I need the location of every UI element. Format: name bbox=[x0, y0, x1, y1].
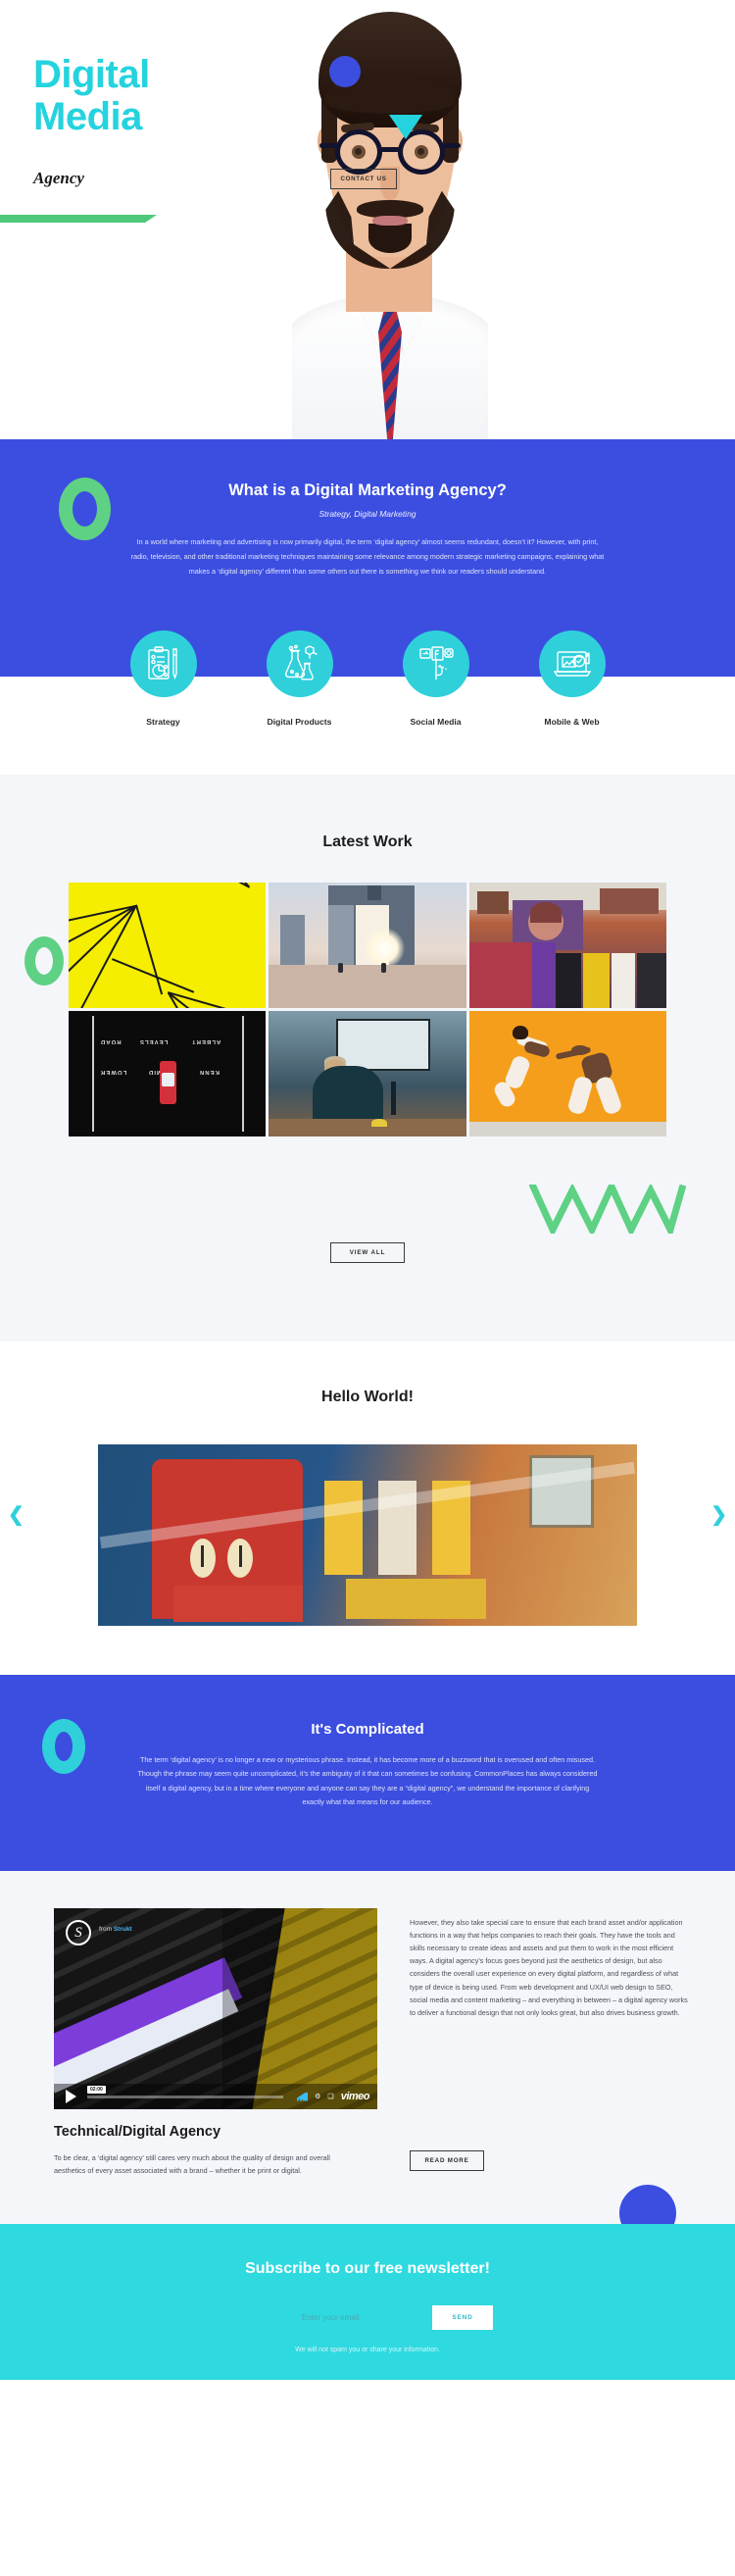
features-section: Strategy Digital Products Social Media M… bbox=[0, 631, 735, 775]
features-row: Strategy Digital Products Social Media M… bbox=[0, 631, 735, 727]
latest-work-title: Latest Work bbox=[322, 833, 413, 850]
hero-subtitle: Agency bbox=[33, 169, 84, 187]
carousel-section: Hello World! ❮ ❯ bbox=[0, 1341, 735, 1675]
video-from-prefix: from bbox=[99, 1926, 112, 1933]
hero-section: Digital Media Agency CONTACT US bbox=[0, 0, 735, 439]
video-duration-label: 02:00 bbox=[87, 2086, 106, 2094]
work-item-4[interactable]: ROAD LOWER MID LEVELS ALBERT KENN bbox=[69, 1011, 267, 1136]
feature-label: Social Media bbox=[410, 717, 462, 727]
work-item-1[interactable] bbox=[69, 883, 267, 1008]
work-item-5[interactable] bbox=[269, 1011, 466, 1136]
page-title: Digital Media bbox=[33, 53, 278, 139]
play-icon[interactable] bbox=[66, 2090, 76, 2103]
glasses-bridge bbox=[380, 147, 402, 152]
intro-heading: What is a Digital Marketing Agency? bbox=[228, 481, 507, 499]
volume-icon[interactable] bbox=[297, 2092, 309, 2101]
carousel-slide-image[interactable] bbox=[98, 1444, 637, 1626]
decorative-green-ring-2 bbox=[24, 936, 64, 985]
feature-label: Digital Products bbox=[267, 717, 332, 727]
send-button[interactable]: SEND bbox=[432, 2305, 493, 2330]
video-author-name: Strukt bbox=[113, 1926, 132, 1933]
laptop-devices-icon bbox=[538, 631, 606, 697]
video-right-controls: ⚙ ❏ vimeo bbox=[297, 2091, 370, 2102]
carousel-next-arrow[interactable]: ❯ bbox=[710, 1502, 727, 1527]
newsletter-note: We will not spam you or share your infor… bbox=[295, 2347, 440, 2353]
newsletter-heading: Subscribe to our free newsletter! bbox=[245, 2260, 490, 2277]
clipboard-chart-icon bbox=[129, 631, 197, 697]
email-input[interactable] bbox=[242, 2305, 418, 2330]
decorative-green-bar bbox=[0, 215, 157, 223]
decorative-cyan-triangle bbox=[389, 115, 422, 139]
complicated-heading: It's Complicated bbox=[311, 1721, 424, 1738]
hero-title-line-1: Digital bbox=[33, 53, 150, 96]
hero-portrait-image bbox=[292, 0, 488, 439]
carousel-title: Hello World! bbox=[321, 1389, 414, 1405]
decorative-blue-circle bbox=[329, 56, 361, 87]
technical-heading: Technical/Digital Agency bbox=[54, 2124, 221, 2140]
latest-work-section: Latest Work ROAD LOWER MID LEVELS ALBERT… bbox=[0, 775, 735, 1341]
feature-label: Mobile & Web bbox=[544, 717, 600, 727]
vimeo-logo: vimeo bbox=[340, 2091, 370, 2102]
feature-digital-products[interactable]: Digital Products bbox=[252, 631, 348, 727]
technical-right-body: However, they also take special care to … bbox=[410, 1918, 688, 2017]
feature-social-media[interactable]: Social Media bbox=[388, 631, 484, 727]
complicated-section: It's Complicated The term ‘digital agenc… bbox=[0, 1675, 735, 1871]
feature-mobile-web[interactable]: Mobile & Web bbox=[524, 631, 620, 727]
technical-left-body: To be clear, a ‘digital agency’ still ca… bbox=[54, 2153, 330, 2176]
complicated-body: The term ‘digital agency’ is no longer a… bbox=[137, 1755, 598, 1807]
newsletter-section: Subscribe to our free newsletter! SEND W… bbox=[0, 2224, 735, 2380]
work-item-6[interactable] bbox=[468, 1011, 666, 1136]
feature-label: Strategy bbox=[146, 717, 180, 727]
flask-molecule-icon bbox=[266, 631, 333, 697]
newsletter-form: SEND bbox=[0, 2305, 735, 2330]
video-author-credit: from Strukt bbox=[99, 1926, 132, 1933]
fullscreen-icon[interactable]: ❏ bbox=[327, 2093, 333, 2100]
hero-title-line-2: Media bbox=[33, 95, 142, 139]
vimeo-video-player[interactable]: S from Strukt 02:00 ⚙ ❏ vimeo bbox=[54, 1908, 377, 2109]
feature-strategy[interactable]: Strategy bbox=[116, 631, 212, 727]
contact-us-button[interactable]: CONTACT US bbox=[330, 169, 397, 189]
intro-tagline: Strategy, Digital Marketing bbox=[318, 509, 416, 519]
work-item-3[interactable] bbox=[468, 883, 666, 1008]
social-flag-icon bbox=[402, 631, 469, 697]
video-progress-track[interactable] bbox=[87, 2096, 283, 2098]
view-all-button[interactable]: VIEW ALL bbox=[330, 1242, 405, 1263]
video-author-logo-icon: S bbox=[66, 1920, 91, 1945]
technical-section: S from Strukt 02:00 ⚙ ❏ vimeo Technical/… bbox=[0, 1871, 735, 2242]
glasses-temple-right bbox=[443, 143, 461, 148]
decorative-green-zigzag bbox=[529, 1185, 686, 1234]
work-item-2[interactable] bbox=[269, 883, 466, 1008]
beard-chin-shape bbox=[368, 224, 412, 253]
read-more-button[interactable]: READ MORE bbox=[410, 2150, 484, 2171]
settings-gear-icon[interactable]: ⚙ bbox=[315, 2093, 320, 2100]
mouth-shape bbox=[372, 216, 408, 226]
intro-body: In a world where marketing and advertisi… bbox=[130, 537, 605, 576]
work-grid: ROAD LOWER MID LEVELS ALBERT KENN bbox=[69, 883, 666, 1136]
glasses-temple-left bbox=[319, 143, 337, 148]
carousel-prev-arrow[interactable]: ❮ bbox=[8, 1502, 24, 1527]
